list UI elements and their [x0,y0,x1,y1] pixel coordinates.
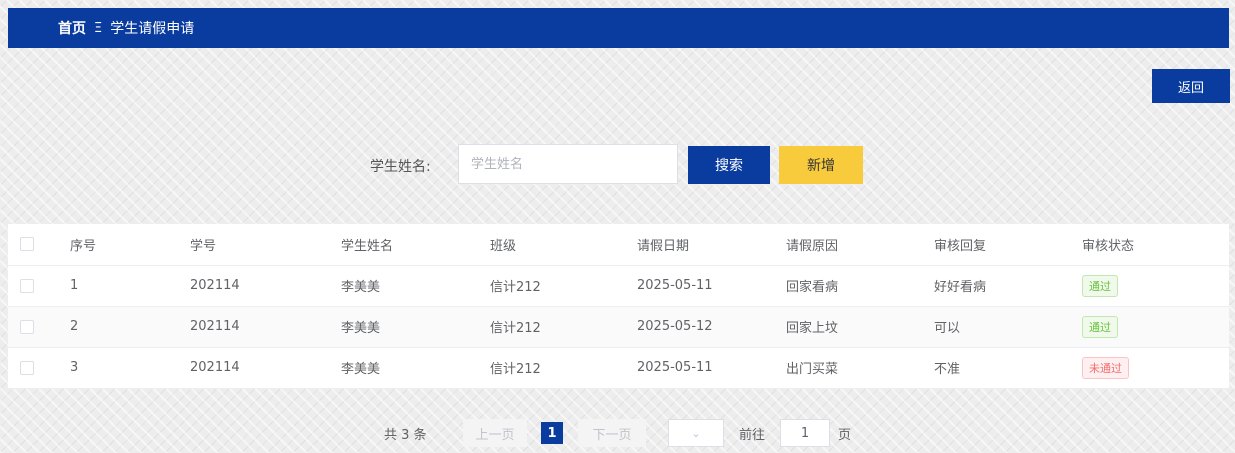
row-checkbox[interactable] [20,319,34,334]
pagination-total: 共 3 条 [384,428,427,443]
status-badge: 通过 [1082,274,1118,297]
cell-student-no: 202114 [190,306,341,348]
cell-student-name: 李美美 [341,265,490,307]
cell-student-name: 李美美 [341,347,490,389]
cell-class: 信计212 [490,265,637,307]
chevron-down-icon: ⌄ [691,426,701,440]
cell-student-name: 李美美 [341,306,490,348]
cell-student-no: 202114 [190,347,341,389]
header-leave-date: 请假日期 [637,224,786,266]
cell-review-status: 未通过 [1082,347,1229,389]
goto-label: 前往 [739,428,766,443]
page-unit-label: 页 [838,428,852,443]
breadcrumb-current: 学生请假申请 [110,21,195,37]
table-row[interactable]: 1 202114 李美美 信计212 2025-05-11 回家看病 好好看病 … [8,265,1229,307]
table-row[interactable]: 2 202114 李美美 信计212 2025-05-12 回家上坟 可以 通过 [8,306,1229,348]
page-jump-input[interactable] [780,419,830,447]
cell-student-no: 202114 [190,265,341,307]
cell-leave-date: 2025-05-11 [637,347,786,389]
status-badge: 未通过 [1082,356,1129,379]
header-review-reply: 审核回复 [934,224,1082,266]
row-checkbox-cell [8,306,70,348]
cell-leave-reason: 出门买菜 [786,347,934,389]
cell-index: 1 [70,265,190,307]
next-page-button[interactable]: 下一页 [578,419,646,447]
row-checkbox[interactable] [20,360,34,375]
cell-class: 信计212 [490,306,637,348]
header-class: 班级 [490,224,637,266]
cell-leave-date: 2025-05-11 [637,265,786,307]
header-student-no: 学号 [190,224,341,266]
row-checkbox[interactable] [20,278,34,293]
cell-index: 3 [70,347,190,389]
add-button[interactable]: 新增 [779,146,863,184]
header-leave-reason: 请假原因 [786,224,934,266]
search-label: 学生姓名: [370,159,431,175]
breadcrumb-separator-icon: Ξ [94,20,103,36]
top-nav-bar: 首页 Ξ 学生请假申请 [8,8,1229,48]
prev-page-button[interactable]: 上一页 [463,419,527,447]
select-all-cell [8,224,70,266]
table-row[interactable]: 3 202114 李美美 信计212 2025-05-11 出门买菜 不准 未通… [8,347,1229,389]
pagination: 共 3 条 上一页 1 下一页 ⌄ 前往 页 [0,419,1235,447]
header-student-name: 学生姓名 [341,224,490,266]
leave-table: 序号 学号 学生姓名 班级 请假日期 请假原因 审核回复 审核状态 1 2021… [8,224,1229,389]
breadcrumb-home[interactable]: 首页 [58,18,86,38]
select-all-checkbox[interactable] [20,237,34,252]
cell-index: 2 [70,306,190,348]
header-index: 序号 [70,224,190,266]
status-badge: 通过 [1082,315,1118,338]
search-bar: 学生姓名: 搜索 新增 [0,144,1235,184]
student-name-search-input[interactable] [458,144,678,184]
cell-review-reply: 可以 [934,306,1082,348]
table-header-row: 序号 学号 学生姓名 班级 请假日期 请假原因 审核回复 审核状态 [8,224,1229,266]
cell-review-reply: 好好看病 [934,265,1082,307]
cell-leave-reason: 回家上坟 [786,306,934,348]
cell-review-status: 通过 [1082,306,1229,348]
row-checkbox-cell [8,265,70,307]
header-review-status: 审核状态 [1082,224,1229,266]
search-button[interactable]: 搜索 [688,146,770,184]
cell-leave-date: 2025-05-12 [637,306,786,348]
cell-leave-reason: 回家看病 [786,265,934,307]
row-checkbox-cell [8,347,70,389]
page-size-select[interactable]: ⌄ [668,419,724,447]
cell-class: 信计212 [490,347,637,389]
cell-review-reply: 不准 [934,347,1082,389]
page-number-button[interactable]: 1 [541,422,563,444]
back-button[interactable]: 返回 [1152,69,1230,103]
cell-review-status: 通过 [1082,265,1229,307]
